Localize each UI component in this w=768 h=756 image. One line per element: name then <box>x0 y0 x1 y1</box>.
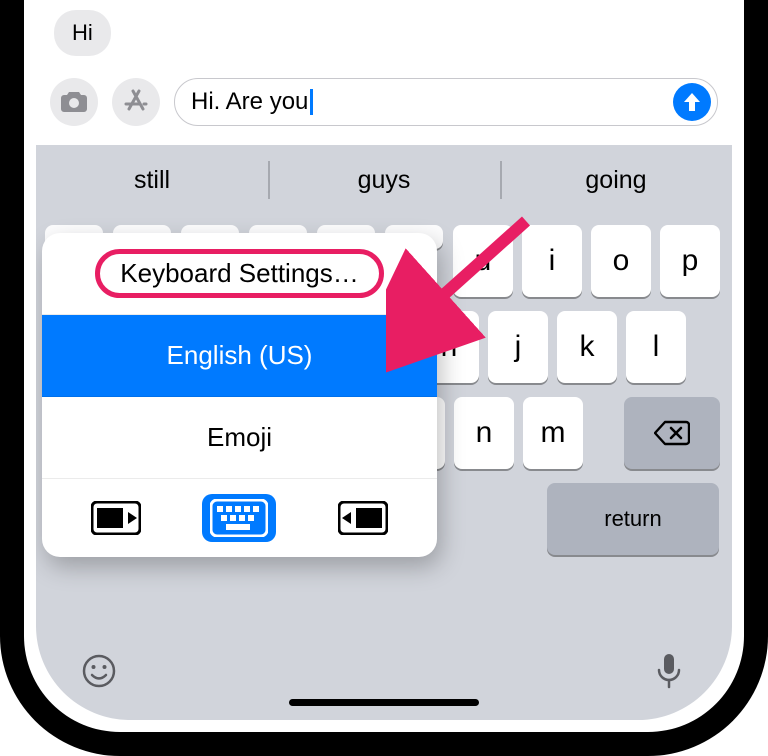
camera-button[interactable] <box>50 78 98 126</box>
keyboard-area: still guys going u i o p h j k l b n <box>36 145 732 720</box>
keyboard-full-icon <box>210 499 268 537</box>
phone-frame: Hi Hi. Are you <box>0 0 768 756</box>
emoji-button[interactable] <box>72 644 126 698</box>
home-indicator[interactable] <box>289 699 479 706</box>
popover-handed-modes <box>42 479 437 557</box>
key-l[interactable]: l <box>626 311 686 383</box>
keyboard-right-icon <box>338 501 388 535</box>
microphone-icon <box>656 652 682 690</box>
arrow-up-icon <box>682 91 702 113</box>
keyboard-bottom-bar <box>36 642 732 720</box>
key-o[interactable]: o <box>591 225 651 297</box>
suggestion-3[interactable]: going <box>500 145 732 215</box>
suggestion-2[interactable]: guys <box>268 145 500 215</box>
mode-right-handed[interactable] <box>326 494 400 542</box>
camera-icon <box>60 91 88 113</box>
incoming-message-bubble: Hi <box>54 10 111 56</box>
key-u[interactable]: u <box>453 225 513 297</box>
message-input-text: Hi. Are you <box>191 88 665 116</box>
suggestion-1[interactable]: still <box>36 145 268 215</box>
popover-item-settings[interactable]: Keyboard Settings… <box>42 233 437 315</box>
backspace-icon <box>654 420 690 446</box>
mode-left-handed[interactable] <box>79 494 153 542</box>
key-j[interactable]: j <box>488 311 548 383</box>
keyboard-switcher-popover: Keyboard Settings… English (US) Emoji <box>42 233 437 557</box>
mode-full[interactable] <box>202 494 276 542</box>
dictation-button[interactable] <box>642 644 696 698</box>
predictive-bar: still guys going <box>36 145 732 215</box>
message-composer: Hi. Are you <box>36 72 732 132</box>
screen: Hi Hi. Are you <box>36 0 732 720</box>
key-k[interactable]: k <box>557 311 617 383</box>
conversation-area: Hi Hi. Are you <box>36 0 732 145</box>
key-m[interactable]: m <box>523 397 583 469</box>
key-i[interactable]: i <box>522 225 582 297</box>
popover-item-english[interactable]: English (US) <box>42 315 437 397</box>
keyboard-left-icon <box>91 501 141 535</box>
smile-icon <box>81 653 117 689</box>
appstore-icon <box>121 87 151 117</box>
key-n[interactable]: n <box>454 397 514 469</box>
app-drawer-button[interactable] <box>112 78 160 126</box>
annotation-highlight: Keyboard Settings… <box>95 249 383 298</box>
popover-item-emoji[interactable]: Emoji <box>42 397 437 479</box>
return-key[interactable]: return <box>547 483 719 555</box>
key-p[interactable]: p <box>660 225 720 297</box>
backspace-key[interactable] <box>624 397 720 469</box>
text-caret <box>310 89 313 115</box>
message-input[interactable]: Hi. Are you <box>174 78 718 126</box>
send-button[interactable] <box>673 83 711 121</box>
